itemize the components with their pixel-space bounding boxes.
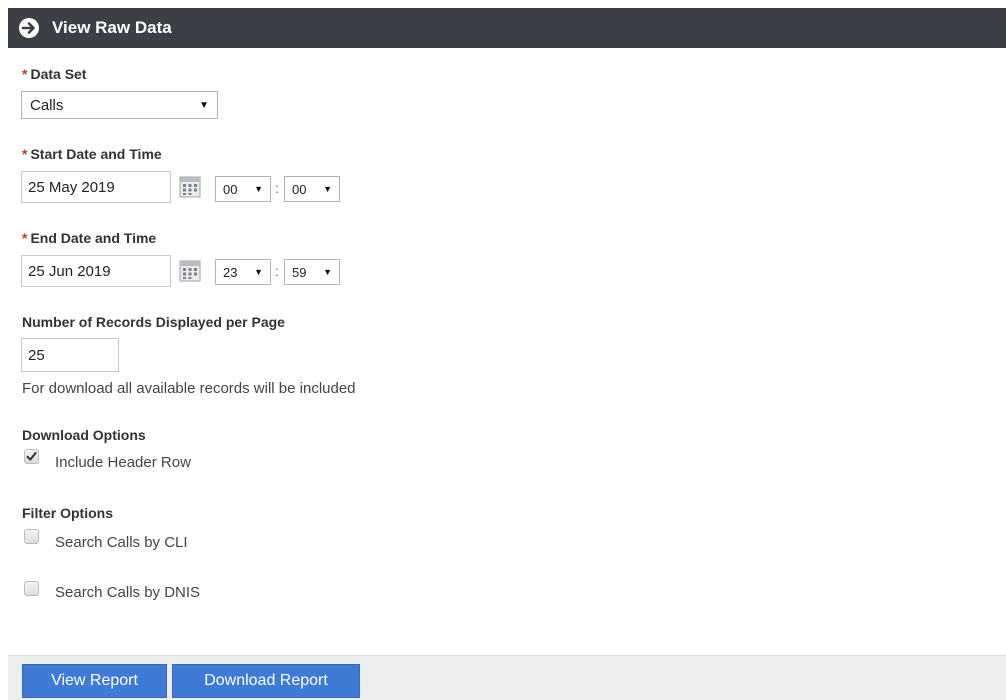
start-datetime-label: * Start Date and Time bbox=[22, 146, 162, 162]
chevron-down-icon: ▼ bbox=[323, 184, 332, 194]
calendar-icon[interactable] bbox=[179, 176, 201, 198]
records-per-page-label: Number of Records Displayed per Page bbox=[22, 314, 285, 330]
start-date-input[interactable]: 25 May 2019 bbox=[21, 171, 171, 203]
data-set-label-text: Data Set bbox=[30, 66, 87, 82]
include-header-row-label[interactable]: Include Header Row bbox=[55, 454, 191, 471]
data-set-value: Calls bbox=[30, 96, 64, 114]
start-minute-value: 00 bbox=[292, 181, 307, 197]
page-title: View Raw Data bbox=[52, 18, 172, 37]
required-marker: * bbox=[22, 66, 28, 82]
chevron-down-icon: ▼ bbox=[254, 184, 263, 194]
required-marker: * bbox=[22, 146, 28, 162]
time-separator: : bbox=[275, 263, 279, 279]
filter-options-label: Filter Options bbox=[22, 505, 113, 521]
end-minute-select[interactable]: 59 ▼ bbox=[284, 259, 340, 285]
time-separator: : bbox=[275, 180, 279, 196]
end-date-input[interactable]: 25 Jun 2019 bbox=[21, 255, 171, 287]
start-hour-value: 00 bbox=[223, 181, 238, 197]
end-minute-value: 59 bbox=[292, 264, 307, 280]
search-by-cli-checkbox[interactable] bbox=[24, 529, 39, 544]
search-by-cli-label[interactable]: Search Calls by CLI bbox=[55, 534, 188, 551]
data-set-select[interactable]: Calls ▼ bbox=[21, 91, 218, 119]
chevron-down-icon: ▼ bbox=[323, 267, 332, 277]
view-report-button[interactable]: View Report bbox=[22, 664, 167, 698]
start-datetime-label-text: Start Date and Time bbox=[30, 146, 162, 162]
chevron-down-icon: ▼ bbox=[199, 99, 209, 111]
end-hour-select[interactable]: 23 ▼ bbox=[215, 259, 271, 285]
download-options-label: Download Options bbox=[22, 427, 146, 443]
start-minute-select[interactable]: 00 ▼ bbox=[284, 176, 340, 202]
end-datetime-label-text: End Date and Time bbox=[30, 230, 157, 246]
records-per-page-input[interactable]: 25 bbox=[21, 338, 119, 372]
download-report-button[interactable]: Download Report bbox=[172, 664, 360, 698]
panel-header: View Raw Data bbox=[8, 8, 1006, 48]
calendar-icon[interactable] bbox=[179, 260, 201, 282]
form-footer: View Report Download Report bbox=[8, 655, 1006, 700]
arrow-circle-right-icon bbox=[18, 17, 40, 39]
end-hour-value: 23 bbox=[223, 264, 238, 280]
start-hour-select[interactable]: 00 ▼ bbox=[215, 176, 271, 202]
search-by-dnis-checkbox[interactable] bbox=[24, 581, 39, 596]
search-by-dnis-label[interactable]: Search Calls by DNIS bbox=[55, 584, 200, 601]
records-helper-text: For download all available records will … bbox=[22, 380, 356, 397]
data-set-label: * Data Set bbox=[22, 66, 86, 82]
chevron-down-icon: ▼ bbox=[254, 267, 263, 277]
checkmark-icon bbox=[26, 452, 37, 461]
include-header-row-checkbox[interactable] bbox=[24, 449, 39, 464]
required-marker: * bbox=[22, 230, 28, 246]
end-datetime-label: * End Date and Time bbox=[22, 230, 156, 246]
